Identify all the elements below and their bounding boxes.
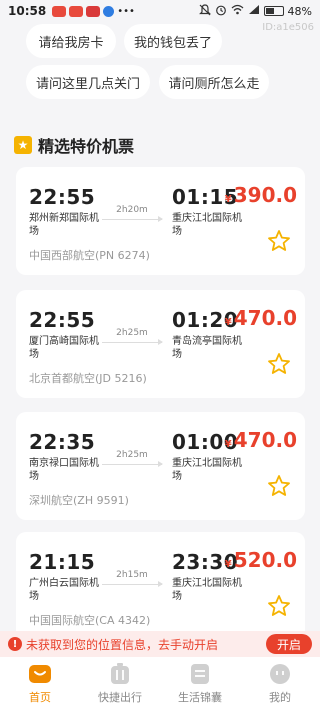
- chip-lost-wallet[interactable]: 我的钱包丢了: [124, 24, 222, 58]
- location-message: 未获取到您的位置信息，去手动开启: [26, 637, 219, 652]
- more-dots-icon: •••: [117, 5, 135, 17]
- nav-label-home: 首页: [29, 691, 51, 704]
- notification-icon: [103, 5, 115, 17]
- notification-icon: [86, 5, 101, 17]
- bottom-nav: 首页 快捷出行 生活锦囊 我的: [0, 657, 320, 711]
- price: ¥470.0: [225, 428, 297, 452]
- luggage-icon: [108, 663, 132, 685]
- star-badge-icon: ★: [14, 136, 32, 154]
- duration-arrow: [102, 581, 163, 587]
- section-header: ★ 精选特价机票: [14, 133, 134, 157]
- chip-closing-time[interactable]: 请问这里几点关门: [26, 65, 150, 99]
- battery-icon: [263, 6, 284, 16]
- price: ¥470.0: [225, 306, 297, 330]
- notification-icon: [69, 5, 84, 17]
- mute-icon: [198, 3, 211, 19]
- warning-icon: !: [8, 637, 22, 651]
- duration-arrow: [102, 461, 163, 467]
- currency-symbol: ¥: [224, 317, 232, 328]
- flight-card[interactable]: 21:15 广州白云国际机场 2h15m 23:30 重庆江北国际机场 ¥520…: [16, 532, 305, 631]
- home-icon: [28, 663, 52, 685]
- departure-time: 22:55: [29, 185, 96, 209]
- nav-label-life-tips: 生活锦囊: [178, 691, 222, 704]
- arrival-airport: 重庆江北国际机场: [172, 458, 242, 482]
- id-label: ID:a1e506: [262, 22, 314, 33]
- document-icon: [188, 663, 212, 685]
- departure-airport: 厦门高崎国际机场: [29, 336, 99, 360]
- favorite-star-icon[interactable]: [267, 474, 291, 498]
- chip-room-card[interactable]: 请给我房卡: [26, 24, 116, 58]
- currency-symbol: ¥: [224, 439, 232, 450]
- nav-label-quick-travel: 快捷出行: [98, 691, 142, 704]
- signal-icon: [248, 4, 260, 18]
- airline-flight-number: 中国国际航空(CA 4342): [29, 614, 151, 627]
- departure-time: 22:55: [29, 308, 96, 332]
- currency-symbol: ¥: [224, 559, 232, 570]
- section-title: 精选特价机票: [38, 137, 135, 156]
- departure-airport: 郑州新郑国际机场: [29, 213, 99, 237]
- wifi-icon: [231, 4, 244, 18]
- flight-card[interactable]: 22:35 南京禄口国际机场 2h25m 01:00 重庆江北国际机场 ¥470…: [16, 412, 305, 520]
- nav-item-life-tips[interactable]: 生活锦囊: [160, 657, 240, 711]
- airline-flight-number: 深圳航空(ZH 9591): [29, 494, 129, 507]
- favorite-star-icon[interactable]: [267, 594, 291, 618]
- airline-flight-number: 中国西部航空(PN 6274): [29, 249, 150, 262]
- nav-label-profile: 我的: [269, 691, 291, 704]
- location-banner: ! 未获取到您的位置信息，去手动开启 开启: [0, 631, 320, 657]
- flight-card[interactable]: 22:55 厦门高崎国际机场 2h25m 01:20 青岛流亭国际机场 ¥470…: [16, 290, 305, 398]
- arrival-airport: 重庆江北国际机场: [172, 213, 242, 237]
- nav-item-quick-travel[interactable]: 快捷出行: [80, 657, 160, 711]
- favorite-star-icon[interactable]: [267, 229, 291, 253]
- status-bar: 10:58 ••• 48%: [0, 0, 320, 22]
- favorite-star-icon[interactable]: [267, 352, 291, 376]
- price-amount: 470.0: [233, 306, 297, 330]
- clock: 10:58: [8, 4, 47, 18]
- duration-arrow: [102, 216, 163, 222]
- price-amount: 390.0: [233, 183, 297, 207]
- price-amount: 470.0: [233, 428, 297, 452]
- price: ¥520.0: [225, 548, 297, 572]
- duration-arrow: [102, 339, 163, 345]
- profile-icon: [268, 663, 292, 685]
- departure-time: 22:35: [29, 430, 96, 454]
- airline-flight-number: 北京首都航空(JD 5216): [29, 372, 147, 385]
- enable-location-button[interactable]: 开启: [266, 634, 312, 654]
- departure-airport: 南京禄口国际机场: [29, 458, 99, 482]
- price: ¥390.0: [225, 183, 297, 207]
- chip-restroom[interactable]: 请问厕所怎么走: [159, 65, 269, 99]
- flight-duration: 2h25m: [116, 450, 148, 460]
- flight-duration: 2h15m: [116, 570, 148, 580]
- arrival-airport: 重庆江北国际机场: [172, 578, 242, 602]
- flight-card[interactable]: 22:55 郑州新郑国际机场 2h20m 01:15 重庆江北国际机场 ¥390…: [16, 167, 305, 275]
- notification-icon: [52, 5, 67, 17]
- departure-airport: 广州白云国际机场: [29, 578, 99, 602]
- flight-duration: 2h25m: [116, 328, 148, 338]
- alarm-icon: [215, 4, 227, 19]
- battery-level: 48%: [287, 4, 312, 18]
- arrival-airport: 青岛流亭国际机场: [172, 336, 242, 360]
- currency-symbol: ¥: [224, 194, 232, 205]
- flight-duration: 2h20m: [116, 205, 148, 215]
- departure-time: 21:15: [29, 550, 96, 574]
- nav-item-profile[interactable]: 我的: [240, 657, 320, 711]
- price-amount: 520.0: [233, 548, 297, 572]
- nav-item-home[interactable]: 首页: [0, 657, 80, 711]
